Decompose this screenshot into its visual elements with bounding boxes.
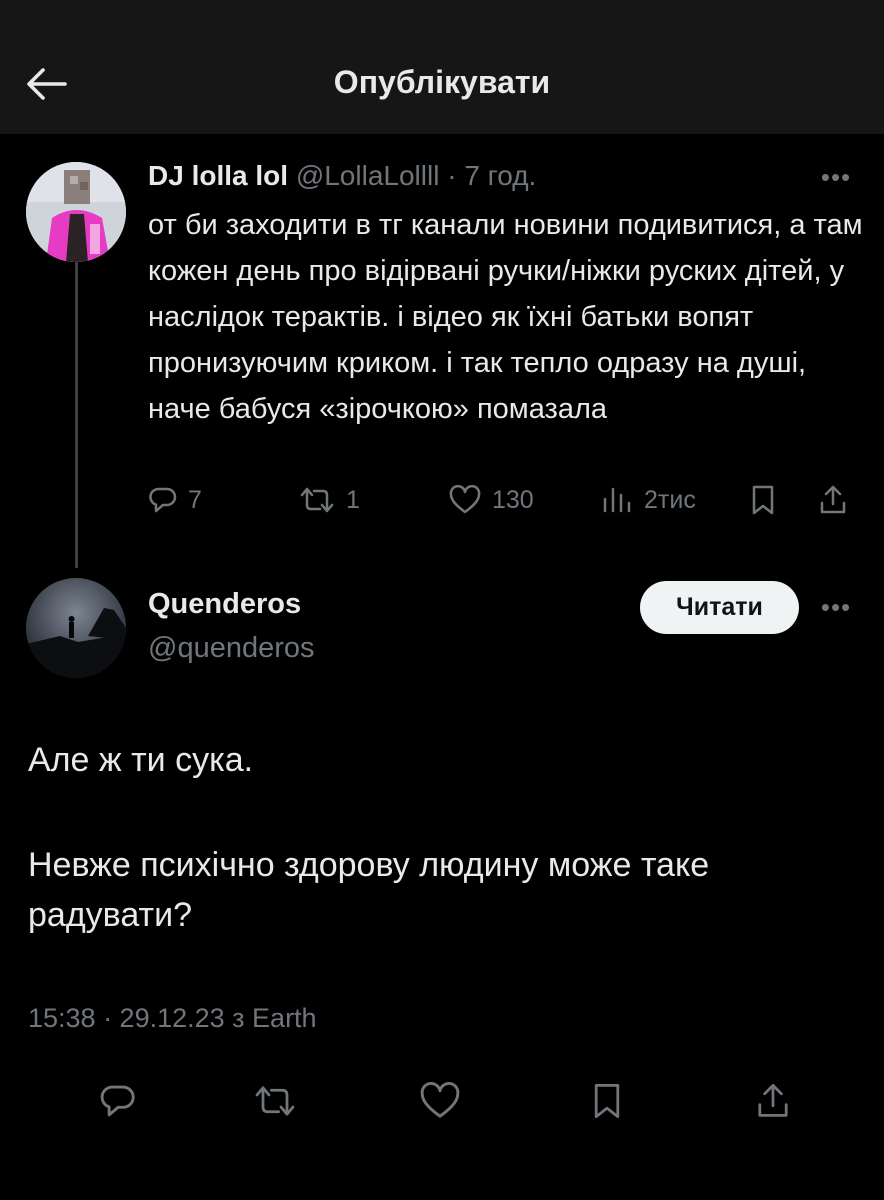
share-button[interactable]	[818, 478, 848, 522]
views-chart-icon	[600, 485, 634, 515]
page-title: Опублікувати	[333, 64, 551, 100]
thread-connector-line	[75, 262, 78, 568]
reply-count: 7	[188, 485, 202, 514]
more-horizontal-icon: •••	[820, 592, 852, 622]
display-name[interactable]: DJ lolla lol	[148, 160, 288, 191]
bookmark-icon	[748, 484, 778, 516]
reply-button[interactable]	[93, 1076, 143, 1126]
tweet-text-paragraph: Невже психічно здорову людину може таке …	[28, 846, 710, 934]
share-icon	[755, 1081, 791, 1121]
repost-count: 1	[346, 485, 360, 514]
separator: ·	[447, 160, 457, 191]
timestamp[interactable]: 7 год.	[464, 160, 536, 191]
like-button[interactable]	[415, 1076, 465, 1126]
share-icon	[818, 484, 848, 516]
bookmark-button[interactable]	[582, 1076, 632, 1126]
bookmark-icon	[589, 1081, 625, 1121]
views-button[interactable]: 2тис	[600, 478, 696, 522]
handle[interactable]: @LollaLollll	[296, 160, 440, 191]
repost-icon	[252, 1083, 298, 1119]
quoted-tweet-header: DJ lolla lol @LollaLollll · 7 год.	[148, 160, 536, 192]
views-count: 2тис	[644, 485, 696, 514]
repost-button[interactable]	[250, 1076, 300, 1126]
reply-icon	[99, 1082, 137, 1120]
follow-button[interactable]: Читати	[640, 581, 799, 634]
tweet-text-paragraph: Але ж ти сука.	[28, 741, 254, 779]
top-bar: Опублікувати	[0, 0, 884, 134]
more-horizontal-icon: •••	[820, 162, 852, 192]
bookmark-button[interactable]	[748, 478, 778, 522]
repost-button[interactable]: 1	[298, 478, 360, 522]
share-button[interactable]	[748, 1076, 798, 1126]
main-tweet-actions	[0, 1076, 884, 1126]
more-options-button[interactable]: •••	[816, 162, 856, 192]
heart-icon	[448, 485, 482, 515]
avatar[interactable]	[26, 162, 126, 262]
like-button[interactable]: 130	[448, 478, 534, 522]
reply-button[interactable]: 7	[148, 478, 202, 522]
heart-icon	[418, 1082, 462, 1120]
tweet-metadata[interactable]: 15:38 · 29.12.23 з Earth	[28, 1003, 317, 1034]
quoted-tweet-actions: 7 1 130 2тис	[148, 478, 860, 522]
repost-icon	[298, 485, 336, 515]
like-count: 130	[492, 485, 534, 514]
quoted-tweet-text: от би заходити в тг канали новини подиви…	[148, 209, 863, 425]
display-name[interactable]: Quenderos	[148, 588, 301, 621]
handle[interactable]: @quenderos	[148, 632, 315, 665]
more-options-button[interactable]: •••	[816, 592, 856, 622]
avatar[interactable]	[26, 578, 126, 678]
reply-icon	[148, 485, 178, 515]
